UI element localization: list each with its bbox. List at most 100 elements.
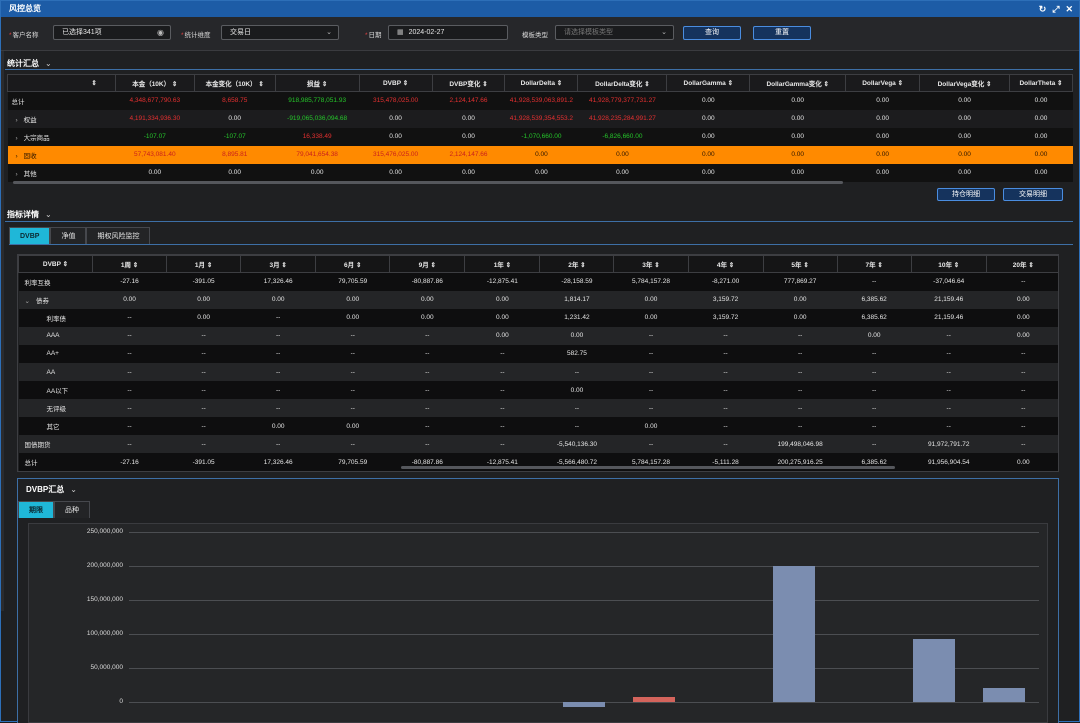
gridline xyxy=(129,634,1039,635)
sort-icon[interactable]: ⇕ xyxy=(7,74,116,92)
column-header[interactable]: 9月 ⇕ xyxy=(389,255,466,273)
cell: -- xyxy=(240,362,316,382)
template-label: 模板类型 xyxy=(522,32,548,39)
table-row[interactable]: AA -- -- -- -- -- -- -- -- -- -- -- -- -- xyxy=(18,362,1058,382)
tab-option-risk[interactable]: 期权风险监控 xyxy=(86,227,151,244)
details-section-header[interactable]: 指标详情 ⌄ xyxy=(7,209,52,220)
table-row-selected[interactable]: › 固收 57,743,081.40 8,895.81 79,041,654.38… xyxy=(7,145,1073,164)
table-row[interactable]: 国债期货 -- -- -- -- -- -- -5,540,136.30 -- -- 199,498… xyxy=(18,435,1058,454)
row-label: AA xyxy=(18,362,93,382)
chart-bar[interactable] xyxy=(633,697,675,702)
column-header[interactable]: 1周 ⇕ xyxy=(92,255,168,273)
column-header[interactable]: 2年 ⇕ xyxy=(539,255,615,273)
column-header[interactable]: 本金（10K） ⇕ xyxy=(114,74,195,92)
template-select[interactable]: 请选择模板类型 ⌄ xyxy=(555,25,674,40)
dvbp-summary-header[interactable]: DVBP汇总 ⌄ xyxy=(26,484,77,495)
table-row[interactable]: 利率互换 -27.16 -391.05 17,326.46 79,705.59 -80,8… xyxy=(18,272,1058,291)
column-header[interactable]: DVBP ⇕ xyxy=(18,255,94,273)
cell: 91,972,791.72 xyxy=(911,435,987,454)
column-header[interactable]: DollarDelta变化 ⇕ xyxy=(577,74,668,92)
cell: -- xyxy=(986,399,1058,418)
table-row[interactable]: ⌄ 债券 0.00 0.00 0.00 0.00 0.00 0.00 1,814.17 0.00 3… xyxy=(18,290,1058,309)
cell: -107.07 xyxy=(115,127,195,146)
column-header[interactable]: 3年 ⇕ xyxy=(613,255,689,273)
column-header[interactable]: 1年 ⇕ xyxy=(464,255,541,273)
column-header[interactable]: DVBP ⇕ xyxy=(358,74,433,92)
y-tick-label: 0 xyxy=(119,698,123,705)
eye-icon[interactable]: ◉ xyxy=(157,26,164,39)
column-header[interactable]: 4年 ⇕ xyxy=(687,255,764,273)
cell: 315,478,025.00 xyxy=(359,91,433,110)
summary-table: ⇕ 本金（10K） ⇕ 本金变化（10K） ⇕ 损益 ⇕ DVBP ⇕ DVBP… xyxy=(7,74,1074,182)
table-row[interactable]: AA+ -- -- -- -- -- -- 582.75 -- -- -- -- -- -- xyxy=(18,344,1058,363)
column-header[interactable]: 3月 ⇕ xyxy=(240,255,317,273)
dimension-select[interactable]: 交易日 ⌄ xyxy=(221,25,339,40)
tab-variety[interactable]: 品种 xyxy=(54,501,90,518)
cell: 0.00 xyxy=(240,290,316,309)
cell: -- xyxy=(911,381,987,400)
table-row[interactable]: › 权益 4,191,334,936.30 0.00 -919,065,036,0… xyxy=(7,109,1073,128)
summary-scrollbar[interactable] xyxy=(13,181,843,184)
cell: -- xyxy=(464,381,540,400)
cell: -- xyxy=(986,272,1058,291)
column-header[interactable]: 6月 ⇕ xyxy=(315,255,391,273)
row-label[interactable]: ⌄ 债券 xyxy=(18,290,93,309)
cell: 79,705.59 xyxy=(315,272,390,291)
row-label[interactable]: › 权益 xyxy=(7,109,116,128)
cell: -- xyxy=(240,381,316,400)
refresh-icon[interactable]: ↻ xyxy=(1039,1,1047,17)
chart-bar[interactable] xyxy=(773,565,815,702)
cell: 0.00 xyxy=(194,109,276,128)
maximize-icon[interactable]: ⤢ xyxy=(1052,1,1059,17)
column-header[interactable]: 本金变化（10K） ⇕ xyxy=(193,74,276,92)
column-header[interactable]: DVBP变化 ⇕ xyxy=(431,74,506,92)
close-icon[interactable]: ✕ xyxy=(1065,1,1073,17)
query-button[interactable]: 查询 xyxy=(683,26,741,40)
column-header[interactable]: DollarVega变化 ⇕ xyxy=(919,74,1010,92)
customer-select[interactable]: 已选择341项 ◉ xyxy=(53,25,171,40)
cell: -27.16 xyxy=(92,453,167,471)
column-header[interactable]: 损益 ⇕ xyxy=(274,74,360,92)
cell: -12,875.41 xyxy=(464,272,540,291)
column-header[interactable]: DollarVega ⇕ xyxy=(845,74,921,92)
column-header[interactable]: 7年 ⇕ xyxy=(836,255,912,273)
cell: -- xyxy=(688,435,764,454)
row-label[interactable]: › 大宗商品 xyxy=(7,127,116,146)
table-row[interactable]: 总计 4,348,677,790.63 8,658.75 918,985,778… xyxy=(7,91,1073,110)
cell: -- xyxy=(911,399,987,418)
trades-detail-button[interactable]: 交易明细 xyxy=(1003,188,1063,201)
chart-bar[interactable] xyxy=(983,687,1025,702)
holdings-detail-button[interactable]: 持仓明细 xyxy=(937,188,995,201)
cell: -- xyxy=(613,326,689,345)
table-row[interactable]: AAA -- -- -- -- -- 0.00 0.00 -- -- -- 0.00 -- 0.00 xyxy=(18,326,1058,345)
table-row[interactable]: 利率债 -- 0.00 -- 0.00 0.00 0.00 1,231.42 0.00 3,159… xyxy=(18,308,1058,327)
chart-bar[interactable] xyxy=(563,702,605,707)
column-header[interactable]: DollarGamma ⇕ xyxy=(666,74,751,92)
cell: -- xyxy=(911,326,987,345)
summary-section-header[interactable]: 统计汇总 ⌄ xyxy=(7,58,52,69)
column-header[interactable]: DollarGamma变化 ⇕ xyxy=(749,74,847,92)
column-header[interactable]: DollarTheta ⇕ xyxy=(1008,74,1074,92)
details-scrollbar[interactable] xyxy=(401,466,895,469)
cell: 0.00 xyxy=(845,91,920,110)
table-row[interactable]: AA以下 -- -- -- -- -- -- 0.00 -- -- -- -- -- -- xyxy=(18,381,1058,400)
reset-button[interactable]: 重置 xyxy=(753,26,811,40)
row-label[interactable]: › 固收 xyxy=(7,145,116,164)
chart-bar[interactable] xyxy=(913,639,955,702)
column-header[interactable]: 10年 ⇕ xyxy=(910,255,987,273)
tab-term[interactable]: 期限 xyxy=(18,501,54,518)
row-label[interactable]: › 其他 xyxy=(7,163,116,182)
cell: 0.00 xyxy=(666,127,750,146)
tab-net-value[interactable]: 净值 xyxy=(50,227,87,244)
table-row[interactable]: › 其他 0.00 0.00 0.00 0.00 0.00 0.00 0.00 0… xyxy=(7,163,1073,182)
column-header[interactable]: DollarDelta ⇕ xyxy=(504,74,579,92)
column-header[interactable]: 5年 ⇕ xyxy=(762,255,838,273)
date-picker[interactable]: ▦ 2024-02-27 xyxy=(388,25,508,40)
column-header[interactable]: 1月 ⇕ xyxy=(166,255,242,273)
cell: -- xyxy=(763,344,838,363)
table-row[interactable]: › 大宗商品 -107.07 -107.07 16,338.49 0.00 0.0… xyxy=(7,127,1073,146)
tab-dvbp[interactable]: DVBP xyxy=(9,227,51,244)
column-header[interactable]: 20年 ⇕ xyxy=(985,255,1058,273)
table-row[interactable]: 其它 -- -- 0.00 0.00 -- -- -- 0.00 -- -- -- -- -- xyxy=(18,417,1058,436)
table-row[interactable]: 无评级 -- -- -- -- -- -- -- -- -- -- -- -- -- xyxy=(18,399,1058,418)
